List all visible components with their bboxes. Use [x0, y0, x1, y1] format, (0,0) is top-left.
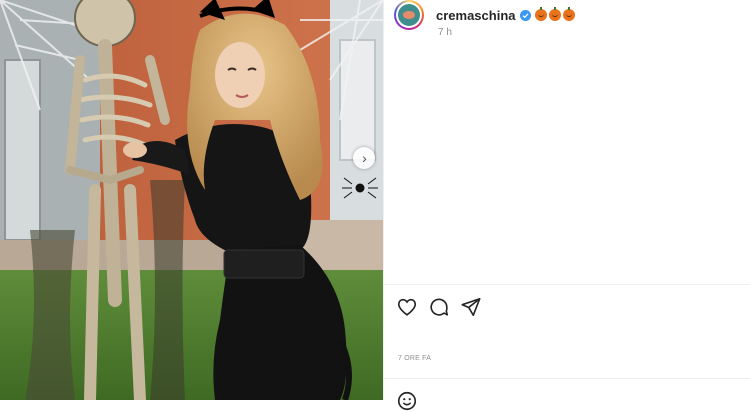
pumpkin-emoji	[534, 7, 547, 21]
comment-row	[396, 390, 418, 412]
divider	[384, 284, 750, 285]
avatar-image	[398, 4, 420, 26]
comment-button[interactable]	[428, 296, 450, 318]
action-bar	[396, 296, 482, 318]
comment-icon	[430, 298, 449, 316]
avatar[interactable]	[394, 0, 424, 30]
chevron-right-icon: ›	[362, 150, 367, 166]
pumpkin-emoji	[548, 7, 561, 21]
post-date: 7 ORE FA	[398, 355, 432, 362]
share-icon	[461, 297, 481, 317]
emoji-icon[interactable]	[396, 390, 418, 412]
emoji-group	[534, 7, 575, 21]
heart-icon	[397, 298, 417, 316]
like-button[interactable]	[396, 296, 418, 318]
photo-illustration	[0, 0, 383, 400]
post-header: cremaschina	[394, 0, 744, 30]
share-button[interactable]	[460, 296, 482, 318]
post-photo[interactable]: ›	[0, 0, 383, 400]
verified-icon	[519, 9, 531, 21]
post-side-panel: cremaschina 7 h 7 ORE FA	[383, 0, 750, 411]
carousel-next-button[interactable]: ›	[353, 147, 375, 169]
username-link[interactable]: cremaschina	[436, 8, 516, 23]
pumpkin-emoji	[562, 7, 575, 21]
time-ago: 7 h	[438, 27, 452, 38]
divider	[384, 378, 750, 379]
